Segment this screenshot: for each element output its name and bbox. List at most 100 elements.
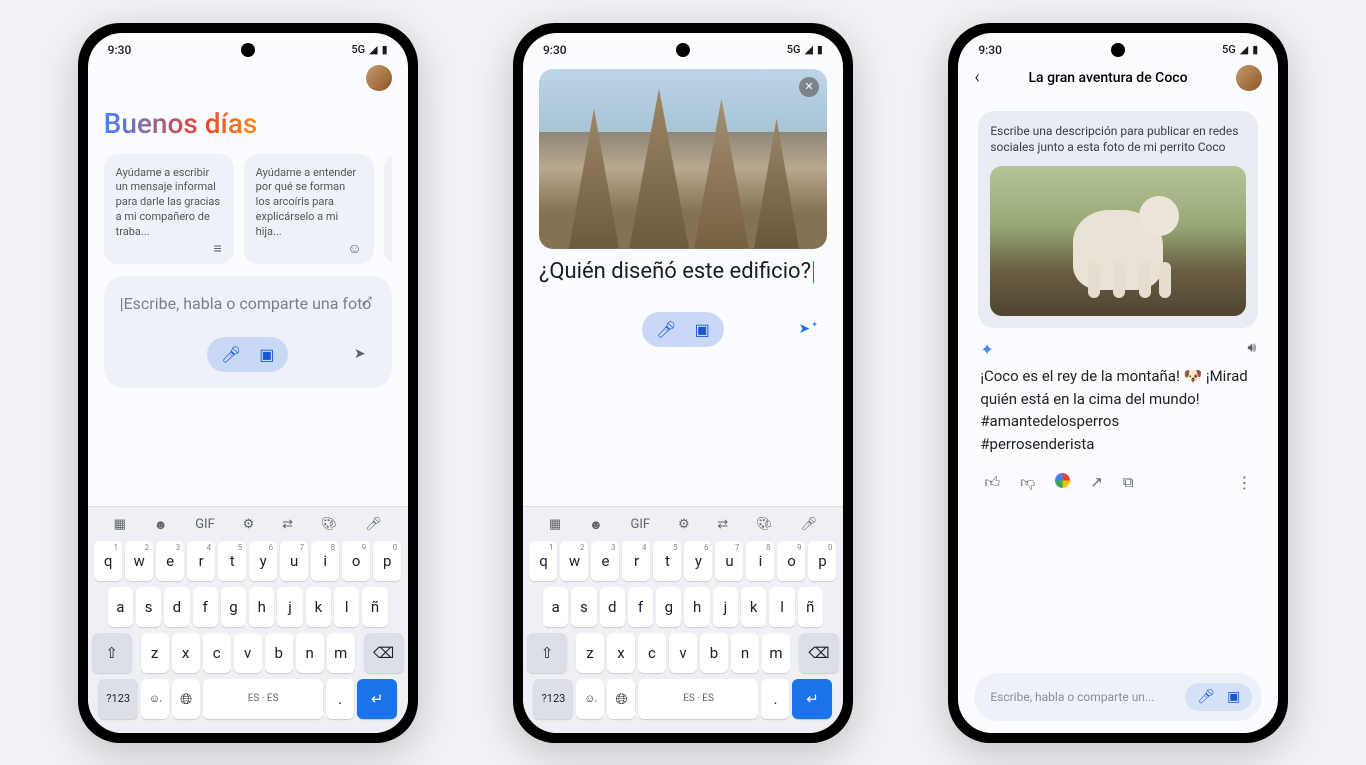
google-icon[interactable] xyxy=(1055,473,1070,488)
palette-icon[interactable]: 🎨︎ xyxy=(321,517,338,532)
sticker-icon[interactable]: ☻ xyxy=(154,517,168,533)
camera-icon[interactable]: ▣ xyxy=(695,320,710,339)
key-u[interactable]: u7 xyxy=(280,541,308,581)
key-e[interactable]: e3 xyxy=(156,541,184,581)
send-icon[interactable]: ➤ xyxy=(354,346,366,362)
key-g[interactable]: g xyxy=(221,587,246,627)
key-q[interactable]: q1 xyxy=(94,541,122,581)
key-b[interactable]: b xyxy=(265,633,293,673)
key-z[interactable]: z xyxy=(576,633,604,673)
expand-icon[interactable]: ⤢ xyxy=(362,294,372,309)
key-f[interactable]: f xyxy=(193,587,218,627)
key-e[interactable]: e3 xyxy=(591,541,619,581)
key-h[interactable]: h xyxy=(684,587,709,627)
share-icon[interactable]: ↗ xyxy=(1090,473,1103,492)
mic-icon[interactable]: 🎤︎ xyxy=(221,345,241,364)
key-j[interactable]: j xyxy=(277,587,302,627)
key-t[interactable]: t5 xyxy=(653,541,681,581)
key-u[interactable]: u7 xyxy=(715,541,743,581)
key-m[interactable]: m xyxy=(762,633,790,673)
sticker-icon[interactable]: ☻ xyxy=(589,517,603,533)
key-x[interactable]: x xyxy=(607,633,635,673)
globe-key[interactable]: 🌐︎ xyxy=(172,679,200,719)
key-x[interactable]: x xyxy=(172,633,200,673)
mic-icon[interactable]: 🎤︎ xyxy=(656,320,676,339)
key-h[interactable]: h xyxy=(249,587,274,627)
key-f[interactable]: f xyxy=(628,587,653,627)
grid-icon[interactable]: ▦ xyxy=(549,517,561,532)
key-r[interactable]: r4 xyxy=(622,541,650,581)
camera-icon[interactable]: ▣ xyxy=(259,345,274,364)
key-s[interactable]: s xyxy=(571,587,596,627)
camera-icon[interactable]: ▣ xyxy=(1227,689,1240,705)
enter-key[interactable]: ↵ xyxy=(357,679,397,719)
key-s[interactable]: s xyxy=(136,587,161,627)
key-j[interactable]: j xyxy=(713,587,738,627)
speaker-icon[interactable]: 🔊︎ xyxy=(1247,340,1256,359)
more-icon[interactable]: ⋮ xyxy=(1236,473,1252,492)
backspace-key[interactable]: ⌫ xyxy=(364,633,404,673)
key-a[interactable]: a xyxy=(543,587,568,627)
key-y[interactable]: y6 xyxy=(684,541,712,581)
key-d[interactable]: d xyxy=(164,587,189,627)
thumbs-up-icon[interactable]: 👍︎ xyxy=(984,473,1000,492)
key-q[interactable]: q1 xyxy=(529,541,557,581)
avatar[interactable] xyxy=(1236,65,1262,91)
suggestion-card[interactable]: Ayúdame a entender por qué se forman los… xyxy=(244,154,374,264)
input-bar[interactable]: Escribe, habla o comparte un... 🎤︎ ▣ xyxy=(974,673,1262,721)
globe-key[interactable]: 🌐︎ xyxy=(607,679,635,719)
key-y[interactable]: y6 xyxy=(249,541,277,581)
copy-icon[interactable]: ⧉ xyxy=(1123,473,1134,492)
key-ñ[interactable]: ñ xyxy=(798,587,823,627)
emoji-key[interactable]: ☺, xyxy=(141,679,169,719)
key-p[interactable]: p0 xyxy=(808,541,836,581)
period-key[interactable]: . xyxy=(326,679,354,719)
backspace-key[interactable]: ⌫ xyxy=(799,633,839,673)
grid-icon[interactable]: ▦ xyxy=(114,517,126,532)
gear-icon[interactable]: ⚙ xyxy=(678,517,690,532)
key-a[interactable]: a xyxy=(108,587,133,627)
key-t[interactable]: t5 xyxy=(218,541,246,581)
key-p[interactable]: p0 xyxy=(373,541,401,581)
enter-key[interactable]: ↵ xyxy=(792,679,832,719)
suggestion-card[interactable]: Ayúdame a escribir un mensaje informal p… xyxy=(104,154,234,264)
key-k[interactable]: k xyxy=(741,587,766,627)
space-key[interactable]: ES · ES xyxy=(638,679,758,719)
suggestion-card[interactable]: Resue ¿cóm mejo la n xyxy=(384,154,392,264)
key-g[interactable]: g xyxy=(656,587,681,627)
mic-icon[interactable]: 🎤︎ xyxy=(801,517,818,532)
gif-button[interactable]: GIF xyxy=(195,517,215,532)
symbols-key[interactable]: ?123 xyxy=(98,679,138,719)
emoji-key[interactable]: ☺, xyxy=(576,679,604,719)
key-b[interactable]: b xyxy=(700,633,728,673)
key-c[interactable]: c xyxy=(203,633,231,673)
avatar[interactable] xyxy=(366,65,392,91)
mic-icon[interactable]: 🎤︎ xyxy=(365,517,382,532)
symbols-key[interactable]: ?123 xyxy=(533,679,573,719)
back-icon[interactable]: ‹ xyxy=(974,67,979,88)
gif-button[interactable]: GIF xyxy=(631,517,651,532)
period-key[interactable]: . xyxy=(761,679,789,719)
key-r[interactable]: r4 xyxy=(187,541,215,581)
input-area[interactable]: |Escribe, habla o comparte una foto ⤢ 🎤︎… xyxy=(104,276,392,388)
key-i[interactable]: i8 xyxy=(311,541,339,581)
shift-key[interactable]: ⇧ xyxy=(527,633,567,673)
key-d[interactable]: d xyxy=(600,587,625,627)
close-icon[interactable]: ✕ xyxy=(799,77,819,97)
key-n[interactable]: n xyxy=(731,633,759,673)
translate-icon[interactable]: ⇄ xyxy=(717,517,728,532)
space-key[interactable]: ES · ES xyxy=(203,679,323,719)
key-l[interactable]: l xyxy=(334,587,359,627)
key-v[interactable]: v xyxy=(234,633,262,673)
translate-icon[interactable]: ⇄ xyxy=(282,517,293,532)
mic-icon[interactable]: 🎤︎ xyxy=(1197,689,1215,705)
key-o[interactable]: o9 xyxy=(342,541,370,581)
thumbs-down-icon[interactable]: 👎︎ xyxy=(1020,473,1035,492)
palette-icon[interactable]: 🎨︎ xyxy=(756,517,773,532)
key-c[interactable]: c xyxy=(638,633,666,673)
key-z[interactable]: z xyxy=(141,633,169,673)
key-ñ[interactable]: ñ xyxy=(362,587,387,627)
key-n[interactable]: n xyxy=(296,633,324,673)
key-l[interactable]: l xyxy=(769,587,794,627)
question-text[interactable]: ¿Quién diseñó este edificio? xyxy=(539,259,827,284)
